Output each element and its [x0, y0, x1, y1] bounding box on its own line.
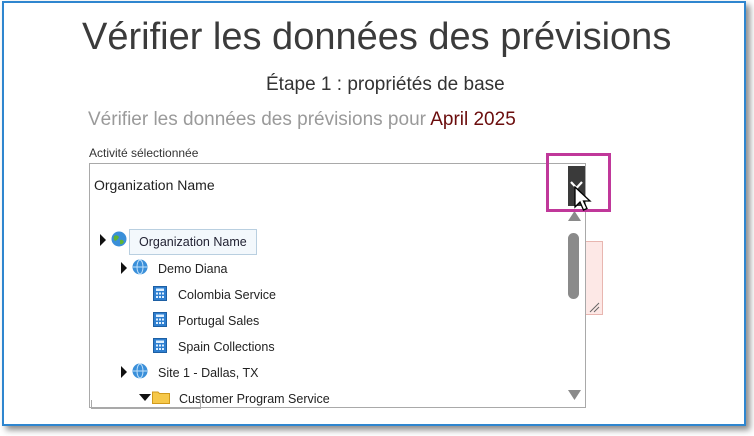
tree-node-root[interactable]	[100, 231, 130, 251]
verify-month: April 2025	[430, 109, 516, 130]
tree-node-label: Site 1 - Dallas, TX	[158, 366, 259, 380]
resize-grip-icon[interactable]	[588, 301, 600, 313]
mouse-cursor-icon	[574, 186, 592, 211]
tree-node-spain-collections[interactable]: Spain Collections	[153, 337, 373, 357]
verify-heading: Vérifier les données des prévisions pour…	[88, 109, 516, 131]
tree-node-demo-diana[interactable]: Demo Diana	[121, 259, 341, 279]
lower-field-edge	[91, 400, 201, 409]
tree-node-label: Spain Collections	[178, 340, 275, 354]
verify-prefix: Vérifier les données des prévisions pour	[88, 109, 431, 130]
tree-node-colombia-service[interactable]: Colombia Service	[153, 285, 373, 305]
tree-node-root-label[interactable]: Organization Name	[129, 229, 257, 255]
tree-node-label: Customer Program Service	[179, 392, 330, 406]
globe-icon	[132, 259, 148, 275]
calculator-icon	[153, 338, 167, 353]
step-title: Étape 1 : propriétés de base	[266, 74, 505, 95]
tree-node-label: Portugal Sales	[178, 314, 260, 328]
expand-arrow-icon[interactable]	[100, 234, 106, 246]
calculator-icon	[153, 312, 167, 327]
calculator-icon	[153, 286, 167, 301]
page-title: Vérifier les données des prévisions	[82, 16, 672, 58]
tree-scrollbar[interactable]	[564, 209, 584, 407]
globe-color-icon	[111, 231, 127, 247]
scrollbar-thumb[interactable]	[568, 233, 579, 299]
activity-label: Activité sélectionnée	[89, 146, 199, 160]
expand-arrow-icon[interactable]	[121, 262, 127, 274]
tree-node-site-1-dallas[interactable]: Site 1 - Dallas, TX	[121, 363, 341, 383]
globe-icon	[132, 363, 148, 379]
tree-node-label: Colombia Service	[178, 288, 276, 302]
expand-arrow-icon[interactable]	[121, 366, 127, 378]
scroll-down-arrow-icon[interactable]	[568, 390, 581, 400]
tree-node-label: Demo Diana	[158, 262, 228, 276]
activity-select-value: Organization Name	[94, 177, 215, 193]
activity-select[interactable]: Organization Name	[89, 163, 586, 209]
tree-node-portugal-sales[interactable]: Portugal Sales	[153, 311, 373, 331]
